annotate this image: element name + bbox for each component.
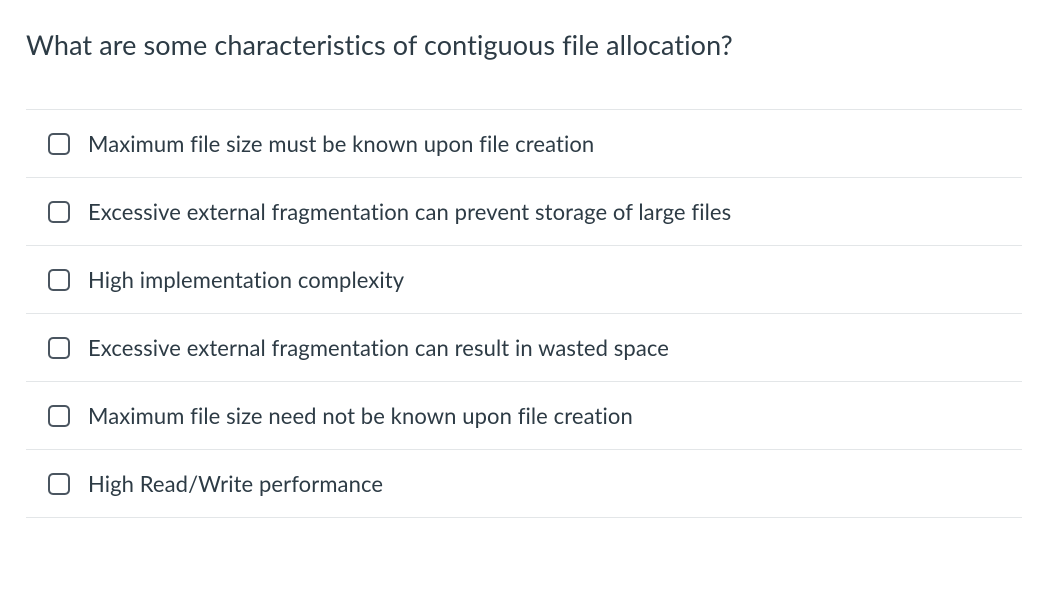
- option-row[interactable]: Excessive external fragmentation can pre…: [26, 178, 1022, 246]
- checkbox-icon[interactable]: [48, 269, 70, 291]
- checkbox-icon[interactable]: [48, 473, 70, 495]
- option-label: High implementation complexity: [88, 266, 404, 293]
- question-title: What are some characteristics of contigu…: [26, 28, 1022, 61]
- option-row[interactable]: High Read/Write performance: [26, 450, 1022, 518]
- options-list: Maximum file size must be known upon fil…: [26, 109, 1022, 518]
- option-label: High Read/Write performance: [88, 470, 383, 497]
- checkbox-icon[interactable]: [48, 337, 70, 359]
- checkbox-icon[interactable]: [48, 201, 70, 223]
- option-row[interactable]: Excessive external fragmentation can res…: [26, 314, 1022, 382]
- checkbox-icon[interactable]: [48, 405, 70, 427]
- option-row[interactable]: Maximum file size need not be known upon…: [26, 382, 1022, 450]
- checkbox-icon[interactable]: [48, 133, 70, 155]
- option-row[interactable]: High implementation complexity: [26, 246, 1022, 314]
- option-label: Excessive external fragmentation can pre…: [88, 198, 731, 225]
- option-row[interactable]: Maximum file size must be known upon fil…: [26, 110, 1022, 178]
- option-label: Maximum file size must be known upon fil…: [88, 130, 594, 157]
- option-label: Excessive external fragmentation can res…: [88, 334, 669, 361]
- option-label: Maximum file size need not be known upon…: [88, 402, 633, 429]
